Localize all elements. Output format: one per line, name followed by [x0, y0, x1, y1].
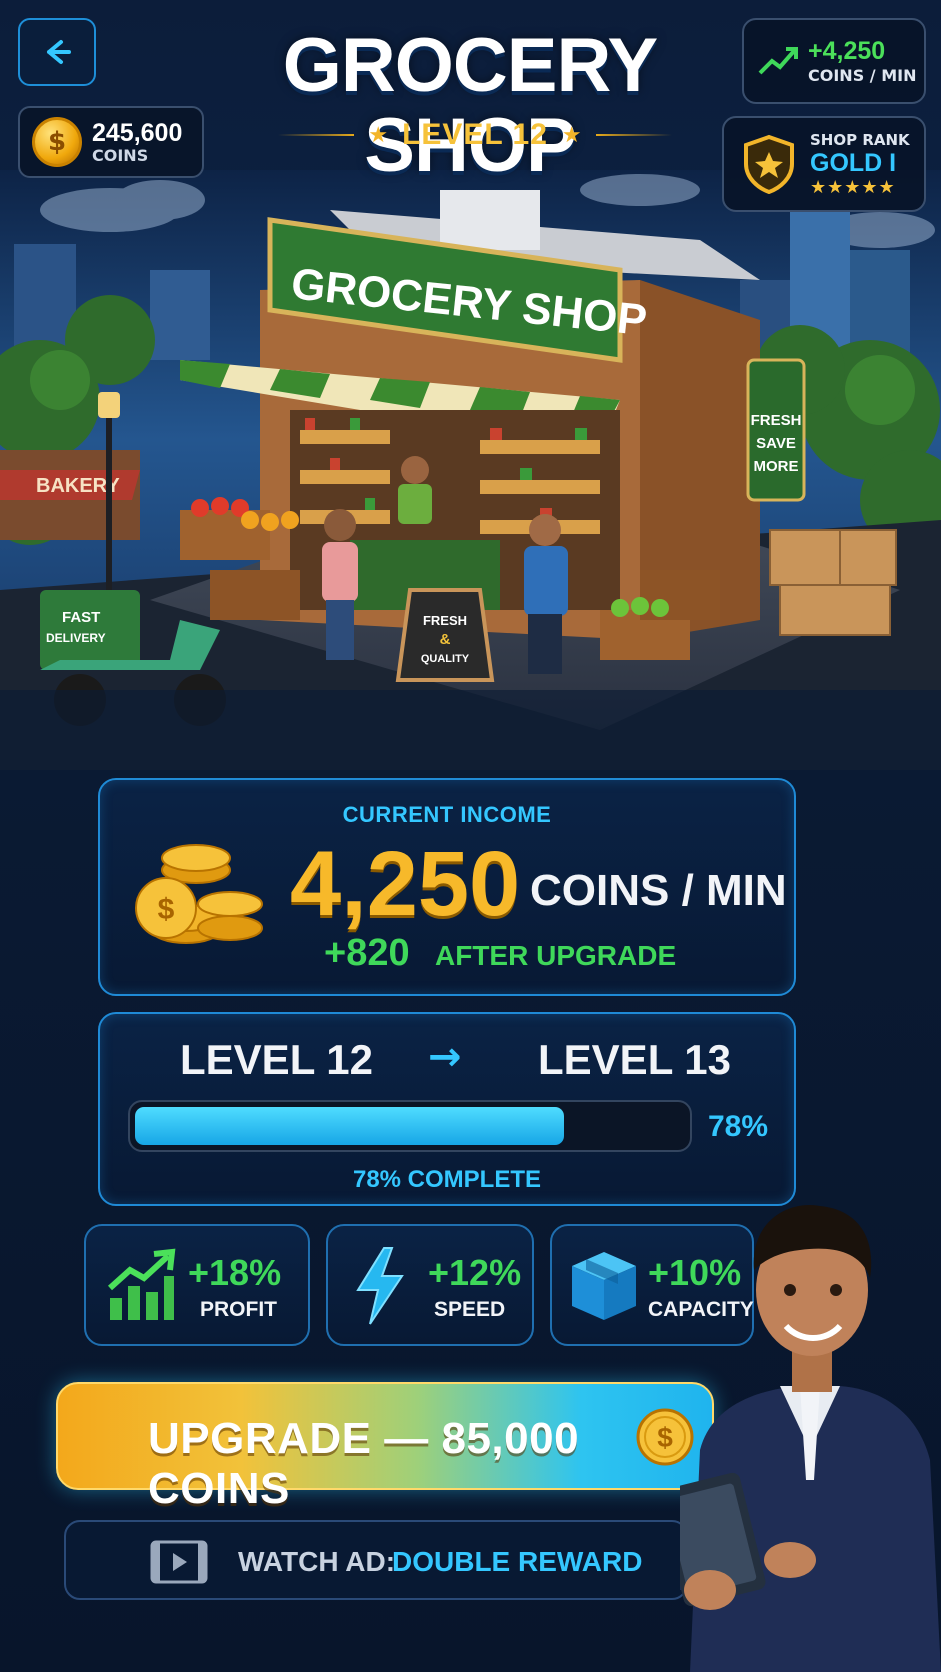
watch-ad-label: WATCH AD: — [238, 1546, 396, 1577]
shop-level: ★ LEVEL 12 ★ — [270, 118, 680, 152]
video-icon — [150, 1540, 208, 1584]
stat-profit-label: PROFIT — [200, 1298, 277, 1321]
shop-rank-tier: GOLD I — [810, 148, 897, 177]
upgrade-button-label: UPGRADE — 85,000 COINS — [148, 1414, 580, 1513]
current-income-value: 4,250 — [290, 833, 521, 935]
coin-balance: $ 245,600 COINS — [18, 106, 204, 178]
stat-speed-value: +12% — [428, 1252, 522, 1293]
customer-woman — [322, 509, 358, 660]
side-sign-line-1: FRESH — [751, 412, 802, 429]
income-panel: CURRENT INCOME $ 4,250 COINS / MIN +820 … — [98, 778, 796, 996]
star-icon: ★ — [561, 122, 582, 148]
coin-stack-icon: $ — [135, 844, 263, 944]
progress-percent: 78% — [708, 1110, 769, 1143]
watch-ad-button[interactable]: WATCH AD: DOUBLE REWARD — [64, 1520, 688, 1600]
shop-rank-label: SHOP RANK — [810, 130, 910, 149]
cardboard-boxes — [769, 529, 897, 636]
lightning-icon — [356, 1247, 404, 1325]
a-frame-sign: FRESH & QUALITY — [395, 588, 495, 682]
coin-balance-value: 245,600 — [92, 118, 183, 147]
arrow-left-icon — [47, 40, 71, 64]
shop-level-text: LEVEL 12 — [402, 118, 548, 151]
stat-profit-value: +18% — [188, 1252, 282, 1293]
upgrade-gain-label: AFTER UPGRADE — [435, 940, 677, 971]
page-title: GROCERY SHOP — [282, 23, 658, 188]
coin-balance-label: COINS — [92, 145, 149, 165]
divider — [595, 134, 672, 136]
growth-chart-icon — [107, 1248, 176, 1320]
a-frame-line-2: & — [440, 631, 451, 648]
watch-ad-reward: DOUBLE REWARD — [392, 1546, 643, 1577]
svg-text:$: $ — [657, 1422, 673, 1453]
progress-bar — [128, 1100, 692, 1152]
host-character — [680, 1204, 941, 1672]
upgrade-gain-value: +820 — [324, 932, 410, 974]
trend-up-icon — [758, 47, 798, 75]
current-income-unit: COINS / MIN — [530, 866, 787, 915]
side-sign-line-3: MORE — [754, 458, 799, 475]
stat-profit: +18% PROFIT — [84, 1224, 310, 1346]
bakery-building: BAKERY — [0, 450, 140, 540]
shopkeeper — [398, 456, 432, 524]
star-icon: ★ — [368, 122, 389, 148]
divider — [278, 134, 355, 136]
next-level: LEVEL 13 — [538, 1036, 731, 1083]
current-level: LEVEL 12 — [180, 1036, 373, 1083]
coin-icon: $ — [32, 117, 82, 167]
shop-rank[interactable]: SHOP RANK GOLD I ★★★★★ — [722, 116, 926, 212]
income-rate: +4,250 COINS / MIN — [742, 18, 926, 104]
a-frame-line-1: FRESH — [423, 613, 467, 628]
income-rate-label: COINS / MIN — [808, 66, 917, 85]
income-rate-value: +4,250 — [808, 37, 886, 65]
stat-speed: +12% SPEED — [326, 1224, 534, 1346]
a-frame-line-3: QUALITY — [421, 653, 470, 665]
progress-bar-fill — [135, 1107, 564, 1145]
rank-stars: ★★★★★ — [810, 176, 896, 198]
game-screen: BAKERY GROCERY SHOP FRESH SAVE MORE FRES… — [0, 0, 941, 1672]
arrow-right-icon: → — [428, 1034, 462, 1080]
svg-text:$: $ — [158, 893, 175, 926]
delivery-box-line-2: DELIVERY — [46, 631, 106, 645]
box-icon — [572, 1252, 636, 1320]
delivery-box-line-1: FAST — [62, 609, 100, 626]
current-income-label: CURRENT INCOME — [342, 802, 552, 827]
shop-scene: BAKERY GROCERY SHOP FRESH SAVE MORE FRES… — [0, 170, 941, 770]
shield-icon — [744, 134, 794, 194]
side-sign-line-2: SAVE — [756, 435, 796, 452]
upgrade-button[interactable]: UPGRADE — 85,000 COINS $ — [56, 1382, 714, 1513]
back-button[interactable] — [18, 18, 96, 86]
stat-speed-label: SPEED — [434, 1298, 506, 1321]
